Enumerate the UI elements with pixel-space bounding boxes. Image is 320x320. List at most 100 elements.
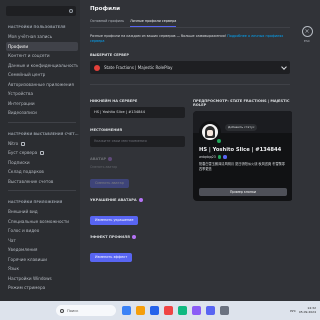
taskbar-app-icon[interactable]	[192, 306, 201, 315]
sidebar-item-voice-video[interactable]: Голос и видео	[6, 226, 78, 236]
sidebar-item-content[interactable]: Контент и соцсети	[6, 51, 78, 61]
preview-body: HS | Yoshito Slice | #134844 wdqdqq23 阳春…	[199, 147, 287, 171]
profile-edit-column: Никнейм На Сервере HS | Yoshito Slice | …	[90, 89, 185, 263]
sidebar-item-notifications[interactable]: Уведомления	[6, 245, 78, 255]
language-indicator[interactable]: РУС	[290, 309, 296, 313]
avatar-face	[207, 130, 213, 137]
change-avatar-button[interactable]: Сменить аватар	[90, 179, 129, 189]
sidebar-item-billing[interactable]: Выставление счетов	[6, 177, 78, 187]
page-title: Профили	[90, 6, 121, 12]
pronouns-label: Местоимения	[90, 128, 122, 133]
sidebar-item-privacy[interactable]: Данные и конфиденциальность	[6, 61, 78, 71]
pronouns-input[interactable]: Укажите свои местоимения	[90, 136, 185, 148]
system-tray: РУС 14:32 05.09.2024	[290, 306, 316, 315]
sidebar-item-nitro[interactable]: Nitro	[6, 139, 78, 149]
sidebar-item-language[interactable]: Язык	[6, 264, 78, 274]
taskbar-search[interactable]: Поиск	[56, 305, 116, 316]
sidebar-item-server-boost[interactable]: Буст сервера	[6, 148, 78, 158]
sidebar-item-keybinds[interactable]: Горячие клавиши	[6, 255, 78, 265]
change-decoration-button[interactable]: Изменить украшение	[90, 216, 139, 226]
nitro-icon	[21, 141, 26, 146]
sidebar-item-profiles[interactable]: Профили	[6, 41, 78, 51]
sidebar-item-windows-settings[interactable]: Настройки Windows	[6, 274, 78, 284]
avatar-sub: Сменить аватар	[90, 165, 118, 170]
preview-label: Предпросмотр: State Fractions | Majestic…	[193, 99, 290, 108]
taskbar-app-icon[interactable]	[206, 306, 215, 315]
badge-icon	[217, 155, 222, 159]
sidebar-item-appearance[interactable]: Внешний вид	[6, 207, 78, 217]
taskbar-app-icon[interactable]	[164, 306, 173, 315]
tab-main-profile[interactable]: Основной профиль	[90, 19, 124, 27]
esc-label: ESC	[304, 39, 310, 43]
note-text: Разные профили на каждом из ваших сервер…	[90, 34, 227, 38]
sidebar-item-label: Буст сервера	[8, 150, 38, 155]
taskbar-app-icon[interactable]	[178, 306, 187, 315]
nitro-badge-icon	[138, 198, 143, 203]
sidebar-divider	[8, 121, 76, 123]
preview-display-name: HS | Yoshito Slice | #134844	[199, 147, 282, 154]
sidebar-section-title: НАСТРОЙКИ ВЫСТАВЛЕНИЯ СЧЕТ...	[8, 131, 79, 136]
change-effect-button[interactable]: Изменить эффект	[90, 253, 133, 263]
example-button[interactable]: Пример кнопки	[199, 188, 287, 197]
profile-preview-card: Добавить статус HS | Yoshito Slice | #13…	[193, 111, 292, 202]
search-icon	[60, 308, 64, 313]
server-select-value: State Fractions | Majestic RolePlay	[104, 65, 173, 71]
nitro-badge-icon	[108, 157, 113, 162]
sidebar-section-title: НАСТРОЙКИ ПРИЛОЖЕНИЯ	[8, 200, 63, 204]
profile-effect-section: Эффект Профиля Изменить эффект	[90, 235, 185, 263]
avatar-label-text: Аватар	[90, 157, 107, 162]
sidebar-item-accessibility[interactable]: Специальные возможности	[6, 217, 78, 227]
sidebar-item-streamer-mode[interactable]: Режим стримера	[6, 283, 78, 293]
settings-sidebar: НАСТРОЙКИ ПОЛЬЗОВАТЕЛЯ Моя учётная запис…	[0, 0, 80, 301]
sidebar-item-clips[interactable]: Видеозаписи	[6, 108, 78, 118]
server-select[interactable]: State Fractions | Majestic RolePlay	[90, 61, 290, 75]
profile-edit-columns: Никнейм На Сервере HS | Yoshito Slice | …	[90, 89, 292, 263]
nickname-input[interactable]: HS | Yoshito Slice | #134844	[90, 107, 185, 119]
chevron-down-icon	[281, 63, 287, 70]
decoration-label: Украшение Аватара	[90, 198, 185, 203]
sidebar-item-chat[interactable]: Чат	[6, 236, 78, 246]
effect-label: Эффект Профиля	[90, 235, 185, 240]
taskbar: Поиск РУС 14:32 05.09.2024	[0, 301, 320, 320]
clock-date: 05.09.2024	[298, 309, 316, 314]
clock[interactable]: 14:32 05.09.2024	[298, 306, 316, 315]
taskbar-apps	[122, 306, 229, 315]
add-status-button[interactable]: Добавить статус	[225, 124, 258, 132]
nitro-badge-icon	[131, 235, 136, 240]
server-select-label: Выберите Сервер	[90, 53, 130, 58]
server-icon	[94, 64, 100, 71]
sidebar-item-family[interactable]: Семейный центр	[6, 70, 78, 80]
close-settings[interactable]: × ESC	[298, 26, 316, 43]
server-profiles-note: Разные профили на каждом из ваших сервер…	[90, 34, 290, 43]
nitro-badge-icon	[223, 155, 227, 159]
sidebar-item-authorized-apps[interactable]: Авторизованные приложения	[6, 80, 78, 90]
preview-bio: 阳春白雪玉朗泽清风明月 夏日骄阳似火烧 秋风送爽 冬雪飘零 四季更迭	[199, 162, 285, 171]
avatar-label: Аватар	[90, 157, 185, 162]
sidebar-divider	[8, 190, 76, 191]
sidebar-search[interactable]	[6, 6, 76, 16]
preview-column: Предпросмотр: State Fractions | Majestic…	[193, 89, 292, 262]
close-icon[interactable]: ×	[301, 26, 313, 37]
sidebar-item-subscriptions[interactable]: Подписки	[6, 158, 78, 168]
online-status-icon	[216, 138, 222, 145]
avatar-section: Аватар Сменить аватар Сменить аватар	[90, 157, 185, 189]
sidebar-item-integrations[interactable]: Интеграции	[6, 99, 78, 109]
sidebar-item-gift-inventory[interactable]: Склад подарков	[6, 167, 78, 177]
taskbar-app-icon[interactable]	[220, 306, 229, 315]
taskbar-app-icon[interactable]	[136, 306, 145, 315]
tab-server-profiles[interactable]: Личные профили сервера	[130, 19, 177, 27]
profile-tabs: Основной профиль Личные профили сервера	[90, 19, 290, 28]
sidebar-item-label: Nitro	[8, 140, 19, 146]
nickname-label: Никнейм На Сервере	[90, 99, 138, 104]
effect-label-text: Эффект Профиля	[90, 235, 130, 240]
preview-username-row: wdqdqq23	[199, 155, 287, 159]
sidebar-section-title: НАСТРОЙКИ ПОЛЬЗОВАТЕЛЯ	[8, 25, 66, 29]
taskbar-app-icon[interactable]	[150, 306, 159, 315]
decoration-label-text: Украшение Аватара	[90, 198, 137, 203]
taskbar-app-icon[interactable]	[122, 306, 131, 315]
search-icon	[69, 9, 73, 13]
sidebar-item-devices[interactable]: Устройства	[6, 89, 78, 99]
divider	[90, 84, 290, 86]
avatar-decoration-section: Украшение Аватара Изменить украшение	[90, 198, 185, 226]
sidebar-item-account[interactable]: Моя учётная запись	[6, 32, 78, 42]
